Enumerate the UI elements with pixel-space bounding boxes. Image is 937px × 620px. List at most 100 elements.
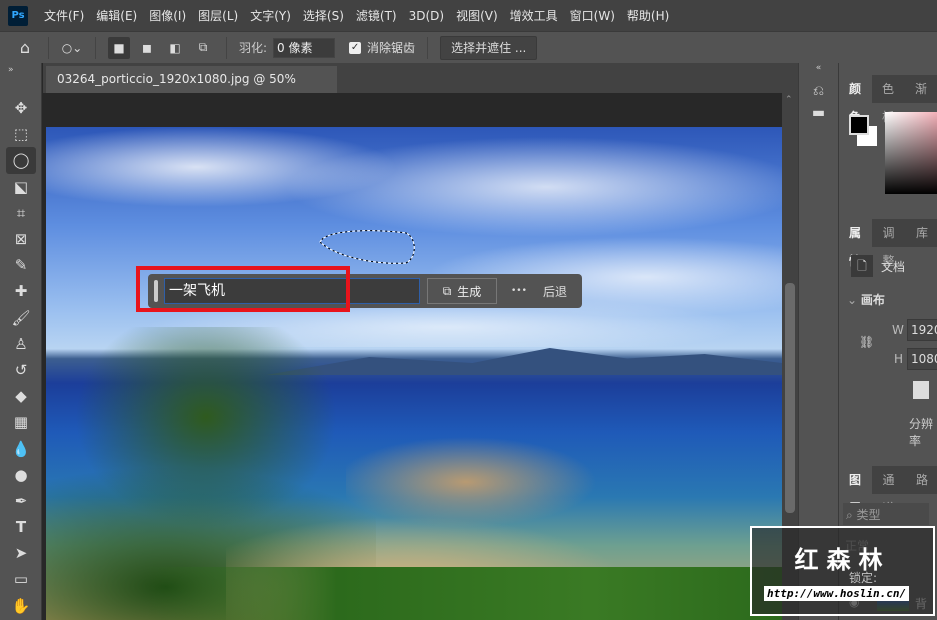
brush-tool-icon[interactable]: 🖌 (0, 305, 42, 331)
watermark: 红森林 http://www.hoslin.cn/ (750, 526, 935, 616)
shape-tool-icon[interactable]: ▭ (0, 566, 42, 592)
gradient-tool-icon[interactable]: ▦ (0, 409, 42, 435)
new-selection-icon[interactable]: ■ (108, 36, 130, 59)
lasso-selection-outline (319, 230, 415, 264)
blur-tool-icon[interactable]: 💧 (0, 435, 42, 461)
menu-help[interactable]: 帮助(H) (621, 7, 675, 24)
divider (48, 36, 49, 59)
width-input[interactable]: 1920 (907, 319, 937, 341)
menu-bar: Ps 文件(F) 编辑(E) 图像(I) 图层(L) 文字(Y) 选择(S) 滤… (0, 0, 937, 31)
history-icon[interactable]: ⎌ (799, 83, 838, 99)
foreground-color-swatch[interactable] (849, 115, 869, 135)
width-label: W (892, 323, 904, 337)
document-row: 🗋 文档 (851, 255, 905, 277)
layer-filter-placeholder: 类型 (856, 508, 881, 522)
home-icon[interactable]: ⌂ (14, 37, 36, 59)
tab-paths[interactable]: 路 (906, 466, 937, 494)
crop-tool-icon[interactable]: ⌗ (0, 200, 42, 226)
orientation-icon[interactable] (913, 381, 929, 399)
menu-edit[interactable]: 编辑(E) (90, 7, 143, 24)
document-icon: 🗋 (851, 255, 873, 277)
tab-color[interactable]: 颜色 (839, 75, 872, 124)
lasso-tool-icon[interactable]: ◯ (6, 147, 36, 174)
feather-label: 羽化: (239, 41, 268, 55)
menu-type[interactable]: 文字(Y) (244, 7, 297, 24)
comments-icon[interactable]: ▬ (799, 105, 838, 121)
tab-gradients[interactable]: 渐 (905, 75, 937, 103)
foreground-bushes (146, 567, 782, 620)
healing-tool-icon[interactable]: ✚ (0, 278, 42, 304)
back-button[interactable]: 后退 (543, 283, 567, 300)
watermark-url: http://www.hoslin.cn/ (764, 586, 910, 601)
menu-view[interactable]: 视图(V) (450, 7, 504, 24)
layers-panel-tabs: 图层 通道 路 (839, 466, 937, 515)
scroll-up-icon[interactable]: ⌃ (785, 95, 793, 105)
tab-properties[interactable]: 属性 (839, 219, 873, 268)
document-label: 文档 (881, 259, 906, 274)
tab-layers[interactable]: 图层 (839, 466, 873, 515)
height-label: H (894, 352, 904, 366)
canvas-section[interactable]: ⌄ 画布 (847, 291, 885, 308)
menu-3d[interactable]: 3D(D) (403, 9, 450, 23)
more-options-button[interactable]: ••• (511, 286, 527, 296)
tab-libraries[interactable]: 库 (906, 219, 937, 247)
stamp-tool-icon[interactable]: ♙ (0, 331, 42, 357)
pen-tool-icon[interactable]: ✒ (0, 488, 42, 514)
hand-tool-icon[interactable]: ✋ (0, 593, 42, 619)
resolution-label: 分辨率 (909, 417, 934, 448)
document-image[interactable] (46, 127, 782, 620)
lock-label: 锁定: (849, 571, 878, 585)
highlight-box (136, 266, 350, 312)
menu-image[interactable]: 图像(I) (143, 7, 192, 24)
color-picker-field[interactable] (885, 112, 937, 194)
height-input[interactable]: 1080 (907, 348, 937, 370)
tab-adjustments[interactable]: 调整 (872, 219, 905, 268)
antialias-checkbox[interactable]: ✓ (349, 41, 362, 54)
watermark-title: 红森林 (794, 546, 891, 574)
menu-filter[interactable]: 滤镜(T) (350, 7, 403, 24)
frame-tool-icon[interactable]: ⊠ (0, 226, 42, 252)
generate-icon: ⧉ (442, 283, 452, 298)
dodge-tool-icon[interactable]: ● (0, 462, 42, 488)
divider (95, 36, 96, 59)
collapse-icon[interactable]: « (799, 63, 838, 73)
divider (427, 36, 429, 59)
scroll-thumb[interactable] (785, 283, 795, 513)
tab-channels[interactable]: 通道 (872, 466, 905, 515)
subtract-selection-icon[interactable]: ◧ (164, 37, 186, 59)
antialias-label: 消除锯齿 (367, 41, 416, 55)
menu-window[interactable]: 窗口(W) (564, 7, 621, 24)
type-tool-icon[interactable]: T (0, 514, 42, 540)
generate-label: 生成 (457, 284, 482, 299)
properties-panel-tabs: 属性 调整 库 (839, 219, 937, 268)
color-panel-tabs: 颜色 色板 渐 (839, 75, 937, 124)
eyedropper-tool-icon[interactable]: ✎ (0, 252, 42, 278)
tab-swatches[interactable]: 色板 (872, 75, 905, 124)
move-tool-icon[interactable]: ✥ (0, 95, 42, 121)
divider (226, 36, 227, 59)
history-brush-icon[interactable]: ↺ (0, 357, 42, 383)
tools-panel: » ✥ ⬚ ◯ ⬕ ⌗ ⊠ ✎ ✚ 🖌 ♙ ↺ ◆ ▦ 💧 ● ✒ T ➤ ▭ … (0, 63, 42, 620)
menu-plugins[interactable]: 增效工具 (504, 7, 564, 24)
lasso-preset-icon[interactable]: ○⌄ (61, 37, 83, 59)
menu-select[interactable]: 选择(S) (297, 7, 350, 24)
intersect-selection-icon[interactable]: ⧉ (192, 37, 214, 59)
menu-layer[interactable]: 图层(L) (192, 7, 244, 24)
menu-file[interactable]: 文件(F) (38, 7, 90, 24)
add-selection-icon[interactable]: ◼ (136, 37, 158, 59)
generate-button[interactable]: ⧉ 生成 (427, 278, 497, 304)
path-select-tool-icon[interactable]: ➤ (0, 540, 42, 566)
document-tab-bar: 03264_porticcio_1920x1080.jpg @ 50%(RGB/… (43, 63, 798, 113)
link-icon[interactable]: ⛓ (859, 335, 874, 349)
layer-filter-input[interactable]: ⌕ 类型 (843, 503, 929, 525)
object-select-tool-icon[interactable]: ⬕ (0, 174, 42, 200)
select-and-mask-button[interactable]: 选择并遮住 ... (440, 35, 538, 60)
feather-input[interactable]: 0 像素 (273, 37, 336, 58)
canvas-label: 画布 (860, 293, 885, 307)
marquee-tool-icon[interactable]: ⬚ (0, 121, 42, 147)
options-bar: ⌂ ○⌄ ■ ◼ ◧ ⧉ 羽化: 0 像素 ✓ 消除锯齿 选择并遮住 ... (0, 31, 937, 63)
document-tab[interactable]: 03264_porticcio_1920x1080.jpg @ 50%(RGB/… (46, 66, 337, 113)
expand-icon[interactable]: » (0, 63, 41, 95)
eraser-tool-icon[interactable]: ◆ (0, 383, 42, 409)
photoshop-logo: Ps (8, 5, 28, 26)
